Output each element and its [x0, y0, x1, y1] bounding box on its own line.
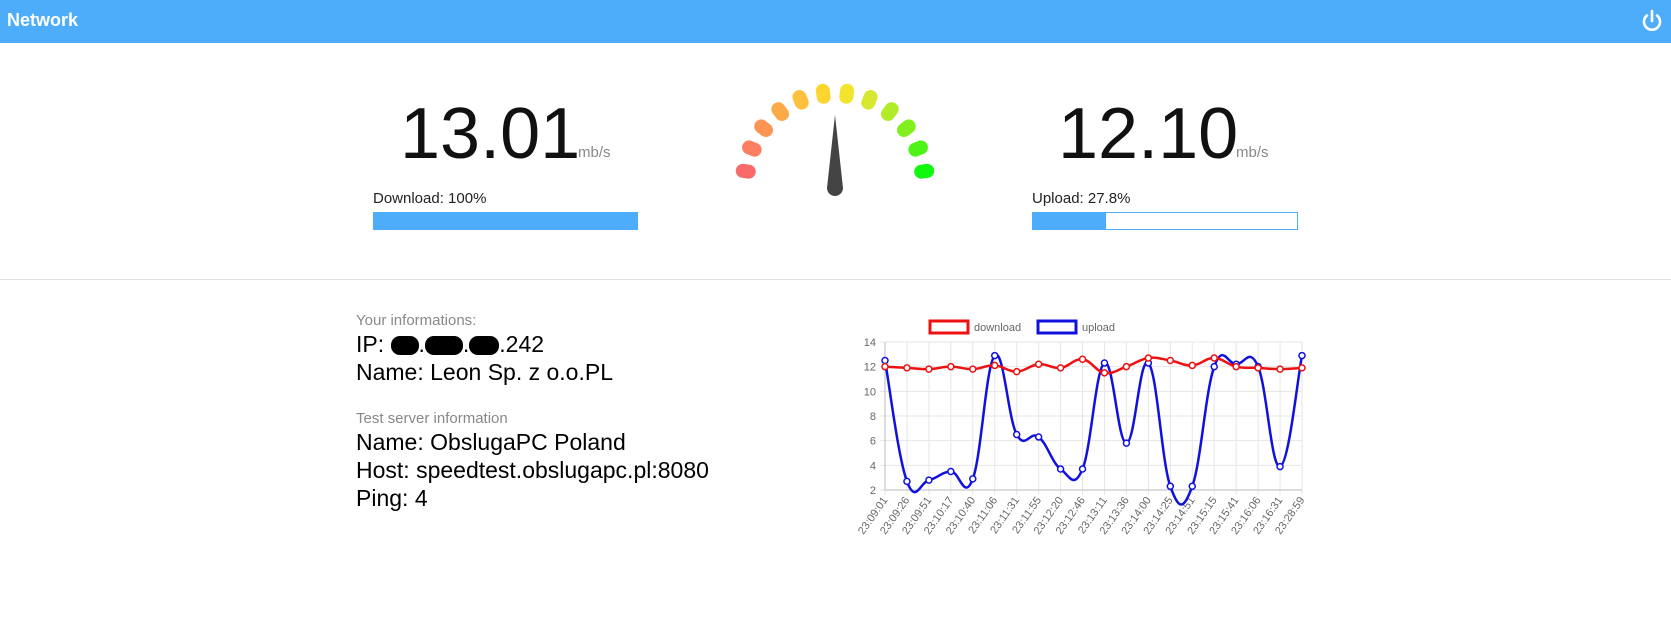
gauge-segment [735, 163, 756, 179]
legend-label-upload[interactable]: upload [1082, 322, 1115, 334]
upload-data-point [1012, 430, 1021, 439]
download-data-point [1100, 369, 1109, 377]
gauge-segment [880, 102, 899, 121]
download-speed-value: 13.01 [400, 94, 581, 174]
upload-data-point [903, 477, 911, 486]
upload-data-point [1100, 359, 1109, 367]
download-data-point [1210, 354, 1218, 362]
download-data-point [1166, 356, 1175, 365]
gauge-segment [792, 90, 809, 110]
speed-history-chart: 246810121423:09:0123:09:2623:09:5123:10:… [856, 319, 1307, 537]
download-data-point [1276, 365, 1284, 373]
y-tick-label: 14 [864, 337, 876, 349]
server-name-line: Name: ObslugaPC Poland [356, 429, 626, 455]
your-info-heading: Your informations: [356, 312, 477, 329]
y-tick-label: 12 [864, 362, 876, 374]
y-tick-label: 8 [870, 411, 876, 423]
download-progress-fill [374, 213, 637, 229]
gauge-segment [754, 119, 773, 138]
upload-data-point [1298, 351, 1306, 360]
upload-progress-fill [1033, 213, 1107, 229]
speed-gauge [735, 83, 935, 196]
gauge-segment [742, 140, 762, 157]
upload-data-point [1188, 482, 1197, 491]
download-data-point [1078, 355, 1087, 364]
upload-data-point [1034, 433, 1043, 441]
gauge-segment [914, 163, 935, 179]
redacted-block [469, 336, 500, 355]
download-data-point [1298, 364, 1306, 372]
download-data-point [1232, 362, 1240, 371]
gauge-segment [839, 83, 855, 104]
upload-data-point [1210, 362, 1218, 371]
upload-data-point [1122, 439, 1131, 447]
section-divider [0, 279, 1671, 280]
upload-progress-bar [1032, 212, 1298, 230]
ip-line: IP: .. .242 [356, 331, 545, 357]
legend-swatch-upload[interactable] [1036, 319, 1078, 335]
download-data-point [903, 364, 911, 372]
download-data-point [1056, 364, 1065, 372]
download-data-point [881, 362, 889, 371]
ip-suffix: .242 [499, 331, 545, 357]
upload-speed-value: 12.10 [1058, 94, 1239, 174]
upload-data-point [969, 475, 977, 483]
upload-data-point [1276, 462, 1284, 471]
upload-data-point [925, 476, 933, 484]
upload-data-point [1078, 465, 1087, 473]
download-speed-unit: mb/s [578, 144, 611, 161]
upload-data-point [947, 467, 955, 476]
y-tick-label: 4 [870, 460, 876, 472]
download-data-point [1188, 361, 1197, 370]
redacted-block [424, 336, 463, 355]
upload-series-line [883, 353, 1304, 506]
server-info-heading: Test server information [356, 410, 508, 427]
download-data-point [947, 362, 955, 371]
gauge-segment [771, 102, 790, 121]
download-data-point [969, 365, 977, 373]
gauge-segment [815, 83, 831, 104]
upload-speed-unit: mb/s [1236, 144, 1269, 161]
server-host-line: Host: speedtest.obslugapc.pl:8080 [356, 457, 709, 483]
download-progress-bar [373, 212, 638, 230]
y-tick-label: 6 [870, 436, 876, 448]
gauge-needle [827, 115, 843, 196]
upload-data-point [990, 351, 999, 360]
upload-data-point [881, 356, 889, 365]
power-icon[interactable] [1640, 9, 1664, 33]
download-data-point [990, 361, 999, 370]
app-header: Network [0, 0, 1671, 43]
download-data-point [1034, 360, 1043, 368]
user-name-line: Name: Leon Sp. z o.o.PL [356, 359, 613, 385]
y-tick-label: 10 [864, 386, 876, 398]
upload-label: Upload: 27.8% [1032, 190, 1131, 207]
ping-line: Ping: 4 [356, 485, 428, 511]
legend-label-download[interactable]: download [974, 322, 1021, 334]
ip-label: IP: [356, 331, 385, 357]
download-data-point [1012, 367, 1021, 376]
redacted-block [390, 336, 419, 355]
download-data-point [925, 365, 933, 373]
y-tick-label: 2 [870, 485, 876, 497]
download-data-point [1122, 362, 1131, 371]
gauge-segment [908, 140, 928, 157]
upload-data-point [1056, 465, 1065, 473]
app-title: Network [7, 10, 79, 30]
gauge-segment [861, 90, 878, 110]
download-data-point [1144, 354, 1153, 362]
legend-swatch-download[interactable] [928, 319, 970, 335]
upload-data-point [1166, 482, 1175, 491]
download-label: Download: 100% [373, 190, 487, 207]
gauge-segment [897, 119, 916, 138]
download-data-point [1254, 364, 1262, 372]
